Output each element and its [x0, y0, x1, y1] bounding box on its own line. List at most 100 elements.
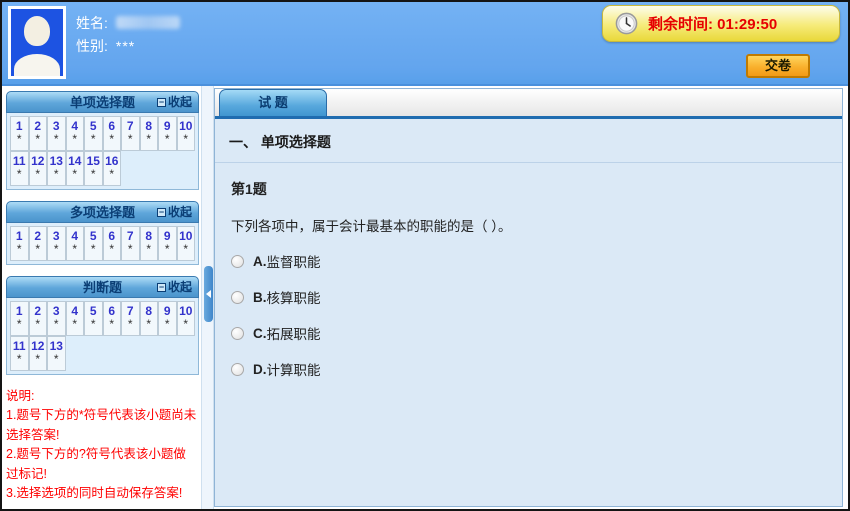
question-cell-mark: *: [90, 317, 96, 331]
question-cell[interactable]: 11 *: [10, 336, 29, 371]
question-cell-mark: *: [35, 132, 41, 146]
option-radio[interactable]: [231, 326, 244, 340]
option-letter: B.: [253, 289, 267, 305]
instruction-line: 说明:: [6, 389, 35, 403]
question-cell-mark: *: [72, 167, 78, 181]
question-cell[interactable]: 10 *: [176, 301, 195, 336]
question-cell-mark: *: [90, 132, 96, 146]
question-cell[interactable]: 7 *: [121, 226, 140, 261]
question-cell-mark: *: [16, 317, 22, 331]
question-cell-mark: *: [109, 167, 115, 181]
option-text: 监督职能: [266, 255, 321, 270]
question-cell[interactable]: 8 *: [139, 301, 158, 336]
answer-option[interactable]: B. 核算职能: [231, 287, 826, 307]
option-radio[interactable]: [231, 254, 244, 268]
gender-row: 性别: ***: [76, 34, 180, 57]
question-cell[interactable]: 7 *: [121, 116, 140, 151]
candidate-photo: [8, 6, 66, 79]
question-cell-mark: *: [53, 317, 59, 331]
answer-option[interactable]: C. 拓展职能: [231, 323, 826, 343]
question-cell[interactable]: 4 *: [65, 301, 84, 336]
collapse-minus-icon: −: [156, 207, 166, 217]
answer-option[interactable]: D. 计算职能: [231, 359, 826, 379]
question-cell[interactable]: 4 *: [65, 116, 84, 151]
question-cell[interactable]: 5 *: [84, 226, 103, 261]
question-cell[interactable]: 2 *: [28, 116, 47, 151]
question-panel: 多项选择题 − 收起 1 * 2 * 3 * 4 * 5 * 6 * 7 * 8 * 9 * 10 *: [6, 201, 199, 265]
question-cell-mark: *: [127, 132, 133, 146]
question-cell[interactable]: 1 *: [10, 116, 29, 151]
question-cell-mark: *: [72, 132, 78, 146]
question-cell-mark: *: [72, 317, 78, 331]
option-text: 计算职能: [266, 363, 321, 378]
question-cell[interactable]: 9 *: [158, 226, 177, 261]
question-number-label: 第1题: [231, 181, 267, 197]
main-panel: 试 题 一、 单项选择题 第1题 下列各项中，属于会计最基本的职能的是（ ）。 …: [214, 88, 843, 507]
question-cell[interactable]: 8 *: [139, 116, 158, 151]
question-cell[interactable]: 12 *: [28, 151, 47, 186]
question-cell[interactable]: 3 *: [47, 226, 66, 261]
question-cell[interactable]: 12 *: [28, 336, 47, 371]
sidebar-splitter: [201, 86, 214, 509]
question-cell[interactable]: 14 *: [65, 151, 84, 186]
question-cell-mark: *: [127, 317, 133, 331]
question-cell[interactable]: 3 *: [47, 301, 66, 336]
question-cell-mark: *: [35, 167, 41, 181]
question-cell[interactable]: 10 *: [176, 226, 195, 261]
question-cell[interactable]: 9 *: [158, 301, 177, 336]
sidebar: 单项选择题 − 收起 1 * 2 * 3 * 4 * 5 * 6 * 7 * 8 * 9 * 10 * 11 * 12 * 13 * 14…: [2, 86, 201, 509]
question-cell[interactable]: 13 *: [47, 336, 66, 371]
gender-value: ***: [115, 37, 136, 54]
question-cell-mark: *: [16, 167, 22, 181]
question-cell[interactable]: 11 *: [10, 151, 29, 186]
option-text: 核算职能: [266, 291, 321, 306]
panel-body: 1 * 2 * 3 * 4 * 5 * 6 * 7 * 8 * 9 * 10 *: [6, 223, 199, 265]
question-cell[interactable]: 1 *: [10, 226, 29, 261]
question-cell[interactable]: 7 *: [121, 301, 140, 336]
answer-option[interactable]: A. 监督职能: [231, 251, 826, 271]
question-cell[interactable]: 4 *: [65, 226, 84, 261]
collapse-button[interactable]: − 收起: [156, 92, 192, 113]
question-cell[interactable]: 9 *: [158, 116, 177, 151]
question-cell-mark: *: [35, 242, 41, 256]
question-cell[interactable]: 5 *: [84, 116, 103, 151]
question-cell[interactable]: 6 *: [102, 116, 121, 151]
question-cell[interactable]: 3 *: [47, 116, 66, 151]
option-letter: A.: [253, 253, 267, 269]
collapse-button[interactable]: − 收起: [156, 202, 192, 223]
question-cell[interactable]: 6 *: [102, 226, 121, 261]
option-radio[interactable]: [231, 362, 244, 376]
panel-body: 1 * 2 * 3 * 4 * 5 * 6 * 7 * 8 * 9 * 10 * 11 * 12 * 13 *: [6, 298, 199, 375]
question-cell-mark: *: [16, 132, 22, 146]
question-cell-mark: *: [53, 352, 59, 366]
question-cell[interactable]: 5 *: [84, 301, 103, 336]
question-cell[interactable]: 16 *: [102, 151, 121, 186]
question-cell[interactable]: 2 *: [28, 301, 47, 336]
question-cell-mark: *: [127, 242, 133, 256]
question-cell[interactable]: 2 *: [28, 226, 47, 261]
chevron-left-icon: [206, 290, 211, 298]
question-cell-mark: *: [72, 242, 78, 256]
panel-title: 判断题: [82, 280, 122, 295]
submit-button[interactable]: 交卷: [746, 54, 810, 78]
timer-text: 剩余时间: 01:29:50: [648, 13, 777, 34]
name-label: 姓名:: [76, 14, 108, 31]
collapse-button[interactable]: − 收起: [156, 277, 192, 298]
question-cell[interactable]: 15 *: [84, 151, 103, 186]
clock-icon: [615, 12, 638, 35]
question-cell-mark: *: [35, 352, 41, 366]
timer-label: 剩余时间:: [648, 16, 713, 33]
option-radio[interactable]: [231, 290, 244, 304]
name-row: 姓名:: [76, 11, 180, 34]
question-cell[interactable]: 13 *: [47, 151, 66, 186]
panel-header: 单项选择题 − 收起: [6, 91, 199, 113]
tab-questions[interactable]: 试 题: [219, 89, 327, 116]
question-cell[interactable]: 8 *: [139, 226, 158, 261]
question-cell[interactable]: 6 *: [102, 301, 121, 336]
collapse-label: 收起: [167, 280, 192, 294]
question-cell[interactable]: 10 *: [176, 116, 195, 151]
option-letter: D.: [253, 361, 267, 377]
question-cell-mark: *: [109, 132, 115, 146]
collapse-sidebar-handle[interactable]: [204, 266, 213, 322]
question-cell[interactable]: 1 *: [10, 301, 29, 336]
